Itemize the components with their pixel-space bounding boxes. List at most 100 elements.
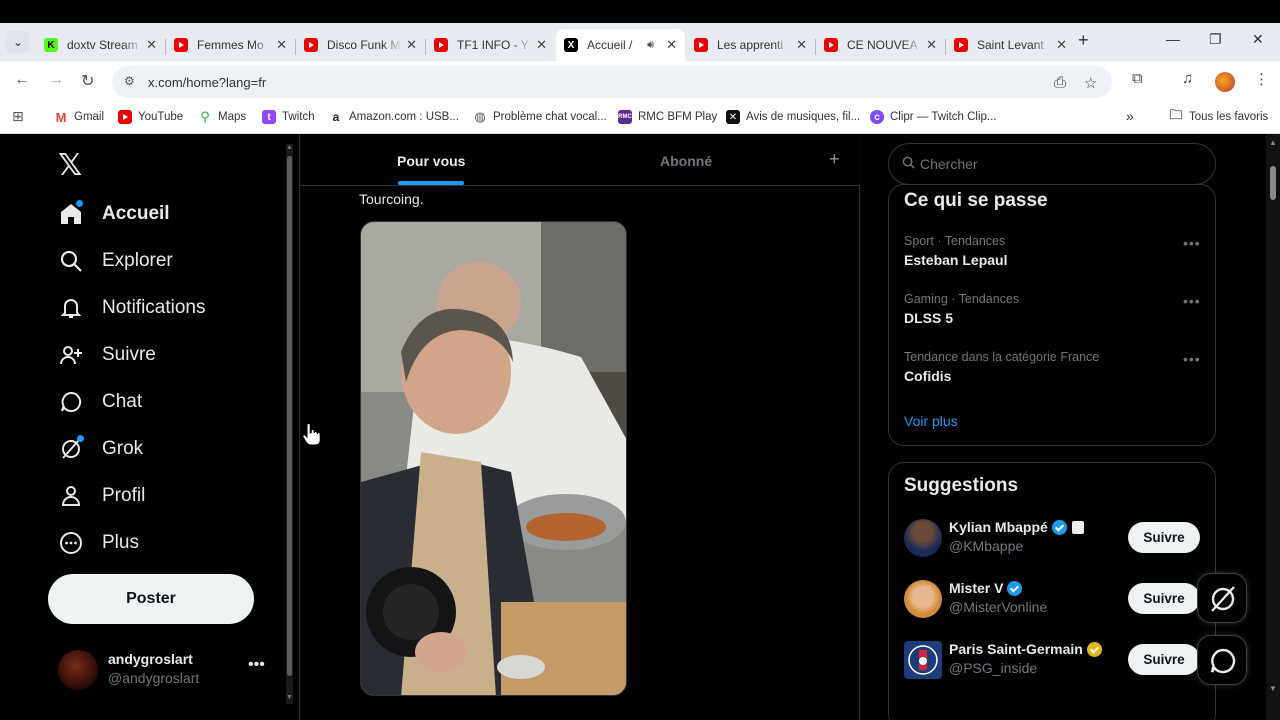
bookmark-twitch[interactable]: t Twitch: [262, 110, 315, 124]
tab-pour-vous[interactable]: Pour vous: [397, 153, 465, 169]
suggestions-panel: Suggestions Kylian Mbappé @KMbappe Suivr…: [888, 462, 1216, 720]
url-text[interactable]: x.com/home?lang=fr: [148, 75, 266, 90]
tab-les-apprentis[interactable]: Les apprenti ✕: [686, 29, 815, 61]
close-icon[interactable]: ✕: [666, 37, 677, 53]
trend-cofidis[interactable]: Cofidis: [904, 368, 951, 384]
bookmark-clipr[interactable]: c Clipr — Twitch Clip...: [870, 110, 997, 124]
tab-accueil-active[interactable]: X Accueil / 🔊︎ ✕: [556, 29, 685, 61]
bookmark-avis-musiques[interactable]: ✕ Avis de musiques, fil...: [726, 110, 860, 124]
sidebar-item-accueil[interactable]: Accueil: [58, 194, 170, 234]
tab-abonne[interactable]: Abonné: [660, 153, 712, 169]
bookmark-star-icon[interactable]: ☆: [1084, 74, 1097, 92]
trend-dlss-5[interactable]: DLSS 5: [904, 310, 953, 326]
see-more-link[interactable]: Voir plus: [904, 413, 958, 429]
search-icon: [902, 156, 915, 172]
sidebar-item-grok[interactable]: Grok: [58, 429, 143, 469]
tab-tf1-info[interactable]: TF1 INFO - Y ✕: [426, 29, 555, 61]
avatar: [904, 519, 942, 557]
close-icon[interactable]: ✕: [926, 37, 937, 53]
search-box[interactable]: Chercher: [888, 143, 1216, 185]
trend-esteban-lepaul[interactable]: Esteban Lepaul: [904, 252, 1007, 268]
sidebar-item-suivre[interactable]: Suivre: [58, 335, 156, 375]
search-input[interactable]: Chercher: [920, 156, 978, 172]
tweet-video[interactable]: [360, 221, 627, 696]
tab-title: Accueil /: [587, 38, 633, 52]
restore-icon[interactable]: ❐: [1209, 31, 1222, 48]
globe-icon: ◍: [474, 109, 486, 124]
back-arrow-icon[interactable]: ←: [14, 71, 30, 89]
bookmark-rmc-bfm[interactable]: RMC RMC BFM Play: [618, 110, 717, 124]
more-dots-icon[interactable]: •••: [248, 656, 265, 674]
speaker-icon[interactable]: 🔊︎: [647, 39, 654, 52]
sidebar-item-plus[interactable]: Plus: [58, 523, 139, 563]
chat-floating-button[interactable]: [1197, 635, 1247, 685]
browser-menu-icon[interactable]: ⋮: [1254, 70, 1269, 88]
sidebar-scrollbar[interactable]: ▲ ▼: [286, 144, 293, 704]
scroll-up-arrow-icon[interactable]: ▲: [1269, 138, 1277, 147]
tab-doxtv[interactable]: K doxtv Stream ✕: [36, 29, 165, 61]
close-icon[interactable]: ✕: [1056, 37, 1067, 53]
gmail-icon: M: [55, 109, 67, 125]
trend-more-icon[interactable]: •••: [1183, 351, 1201, 367]
trends-panel: Ce qui se passe Sport · Tendances Esteba…: [888, 184, 1216, 446]
suggestion-psg[interactable]: Paris Saint-Germain @PSG_inside Suivre: [904, 641, 1204, 687]
search-icon: [58, 248, 84, 274]
sidebar-item-chat[interactable]: Chat: [58, 382, 142, 422]
follow-button[interactable]: Suivre: [1128, 522, 1200, 553]
tab-list-button[interactable]: ⌄: [6, 31, 30, 53]
new-tab-plus-icon[interactable]: +: [1078, 30, 1089, 51]
trend-more-icon[interactable]: •••: [1183, 293, 1201, 309]
add-feed-plus-icon[interactable]: +: [829, 149, 840, 170]
page-scrollbar[interactable]: ▲ ▼: [1266, 134, 1280, 720]
sidebar-item-profil[interactable]: Profil: [58, 476, 145, 516]
close-icon[interactable]: ✕: [406, 37, 417, 53]
media-control-icon[interactable]: ♫: [1182, 70, 1193, 87]
close-icon[interactable]: ✕: [796, 37, 807, 53]
tab-ce-nouveau[interactable]: CE NOUVEA ✕: [816, 29, 945, 61]
install-app-icon[interactable]: ⎙: [1054, 74, 1066, 91]
follow-button[interactable]: Suivre: [1128, 644, 1200, 675]
bookmark-amazon[interactable]: a Amazon.com : USB...: [329, 110, 459, 124]
more-bookmarks-chevron-icon[interactable]: »: [1126, 108, 1134, 124]
grok-icon: [58, 435, 84, 462]
bookmark-probleme-chat[interactable]: ◍ Problème chat vocal...: [473, 109, 606, 124]
account-switcher[interactable]: andygroslart @andygroslart •••: [58, 648, 268, 692]
minimize-icon[interactable]: —: [1166, 31, 1180, 47]
grok-floating-button[interactable]: [1197, 573, 1247, 623]
close-icon[interactable]: ✕: [276, 37, 287, 53]
youtube-icon: [694, 38, 708, 52]
bookmark-youtube[interactable]: YouTube: [118, 110, 183, 124]
post-button[interactable]: Poster: [48, 574, 254, 624]
forward-arrow-icon[interactable]: →: [48, 71, 64, 89]
suggestion-mister-v[interactable]: Mister V @MisterVonline Suivre: [904, 580, 1204, 626]
close-icon[interactable]: ✕: [146, 37, 157, 53]
scroll-down-arrow-icon[interactable]: ▼: [286, 694, 293, 701]
suggestion-mbappe[interactable]: Kylian Mbappé @KMbappe Suivre: [904, 519, 1204, 565]
scroll-down-arrow-icon[interactable]: ▼: [1269, 684, 1277, 693]
follow-button[interactable]: Suivre: [1128, 583, 1200, 614]
bookmark-maps[interactable]: ⚲ Maps: [198, 109, 246, 124]
site-settings-icon[interactable]: ⚙︎: [124, 74, 135, 88]
extensions-puzzle-icon[interactable]: ⧉: [1132, 70, 1143, 87]
close-icon[interactable]: ✕: [536, 37, 547, 53]
window-close-icon[interactable]: ✕: [1252, 31, 1264, 48]
sidebar-item-explorer[interactable]: Explorer: [58, 241, 173, 281]
bookmark-gmail[interactable]: M Gmail: [54, 109, 104, 125]
trend-more-icon[interactable]: •••: [1183, 235, 1201, 251]
avatar: [904, 580, 942, 618]
address-bar[interactable]: ⚙︎ x.com/home?lang=fr ⎙ ☆: [112, 66, 1112, 98]
timeline-column: Tourcoing. Pour vous Abonné +: [299, 134, 860, 720]
sidebar-item-notifications[interactable]: Notifications: [58, 288, 206, 328]
reload-icon[interactable]: ↻: [81, 71, 94, 91]
apps-grid-icon[interactable]: ⊞: [12, 108, 24, 125]
trends-title: Ce qui se passe: [904, 190, 1048, 211]
tab-femmes[interactable]: Femmes Mo ✕: [166, 29, 295, 61]
scroll-up-arrow-icon[interactable]: ▲: [286, 144, 293, 151]
account-handle: @andygroslart: [108, 670, 200, 686]
tab-disco-funk[interactable]: Disco Funk M ✕: [296, 29, 425, 61]
profile-avatar-icon[interactable]: [1215, 72, 1235, 92]
tab-saint-levant[interactable]: Saint Levant ✕: [946, 29, 1075, 61]
all-bookmarks-folder[interactable]: 🗀︎ Tous les favoris: [1169, 107, 1268, 124]
bell-icon: [58, 295, 84, 321]
x-logo-icon[interactable]: 𝕏: [58, 148, 82, 183]
